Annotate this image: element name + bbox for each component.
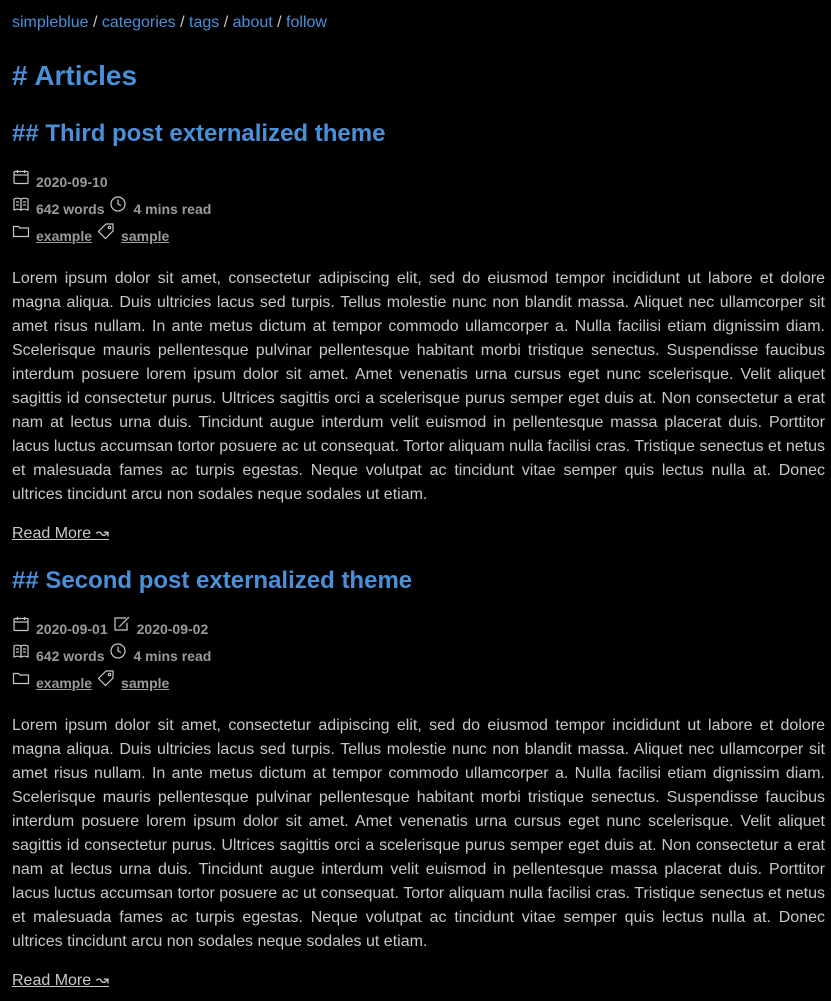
nav-separator: /	[92, 14, 98, 31]
clock-icon	[110, 195, 127, 212]
nav-link-categories[interactable]: categories	[102, 14, 176, 31]
post-card: ## Third post externalized theme 2020-09…	[12, 120, 825, 543]
folder-icon	[12, 672, 30, 684]
folder-icon	[12, 225, 30, 237]
clock-icon	[110, 642, 127, 659]
read-more-link[interactable]: Read More ↝	[12, 970, 109, 990]
read-time: 4 mins read	[133, 647, 212, 664]
book-icon	[13, 644, 29, 658]
category-link[interactable]: example	[36, 228, 92, 244]
book-icon	[13, 197, 29, 211]
nav-separator: /	[277, 14, 282, 31]
post-excerpt: Lorem ipsum dolor sit amet, consectetur …	[12, 717, 825, 950]
nav-separator: /	[223, 14, 229, 31]
read-time: 4 mins read	[133, 200, 212, 217]
post-date: 2020-09-10	[36, 173, 108, 190]
nav-link-tags[interactable]: tags	[189, 14, 219, 31]
word-count: 642 words	[36, 200, 105, 217]
nav-separator: /	[180, 14, 185, 31]
nav-link-simpleblue[interactable]: simpleblue	[12, 14, 88, 31]
nav-link-about[interactable]: about	[233, 14, 273, 31]
post-excerpt: Lorem ipsum dolor sit amet, consectetur …	[12, 270, 825, 503]
nav-link-follow[interactable]: follow	[286, 14, 327, 31]
post-date: 2020-09-01	[36, 620, 108, 637]
post-meta: 2020-09-10 642 words 4 mins read example…	[12, 168, 825, 249]
post-meta: 2020-09-01 2020-09-02 642 words 4 mins r…	[12, 615, 825, 696]
calendar-icon	[13, 169, 29, 184]
tag-icon	[97, 222, 114, 239]
top-nav: simpleblue / categories / tags / about /…	[12, 14, 327, 32]
calendar-icon	[13, 616, 29, 631]
post-title-link[interactable]: ## Third post externalized theme	[12, 120, 385, 147]
edit-icon	[114, 616, 130, 631]
tag-link[interactable]: sample	[121, 228, 169, 244]
tag-link[interactable]: sample	[121, 675, 169, 691]
updated-date: 2020-09-02	[136, 620, 209, 637]
word-count: 642 words	[36, 647, 105, 664]
tag-icon	[97, 669, 114, 686]
read-more-link[interactable]: Read More ↝	[12, 523, 109, 543]
category-link[interactable]: example	[36, 675, 92, 691]
post-title-link[interactable]: ## Second post externalized theme	[12, 567, 412, 594]
page-title: # Articles	[12, 60, 138, 91]
post-card: ## Second post externalized theme 2020-0…	[12, 567, 825, 990]
